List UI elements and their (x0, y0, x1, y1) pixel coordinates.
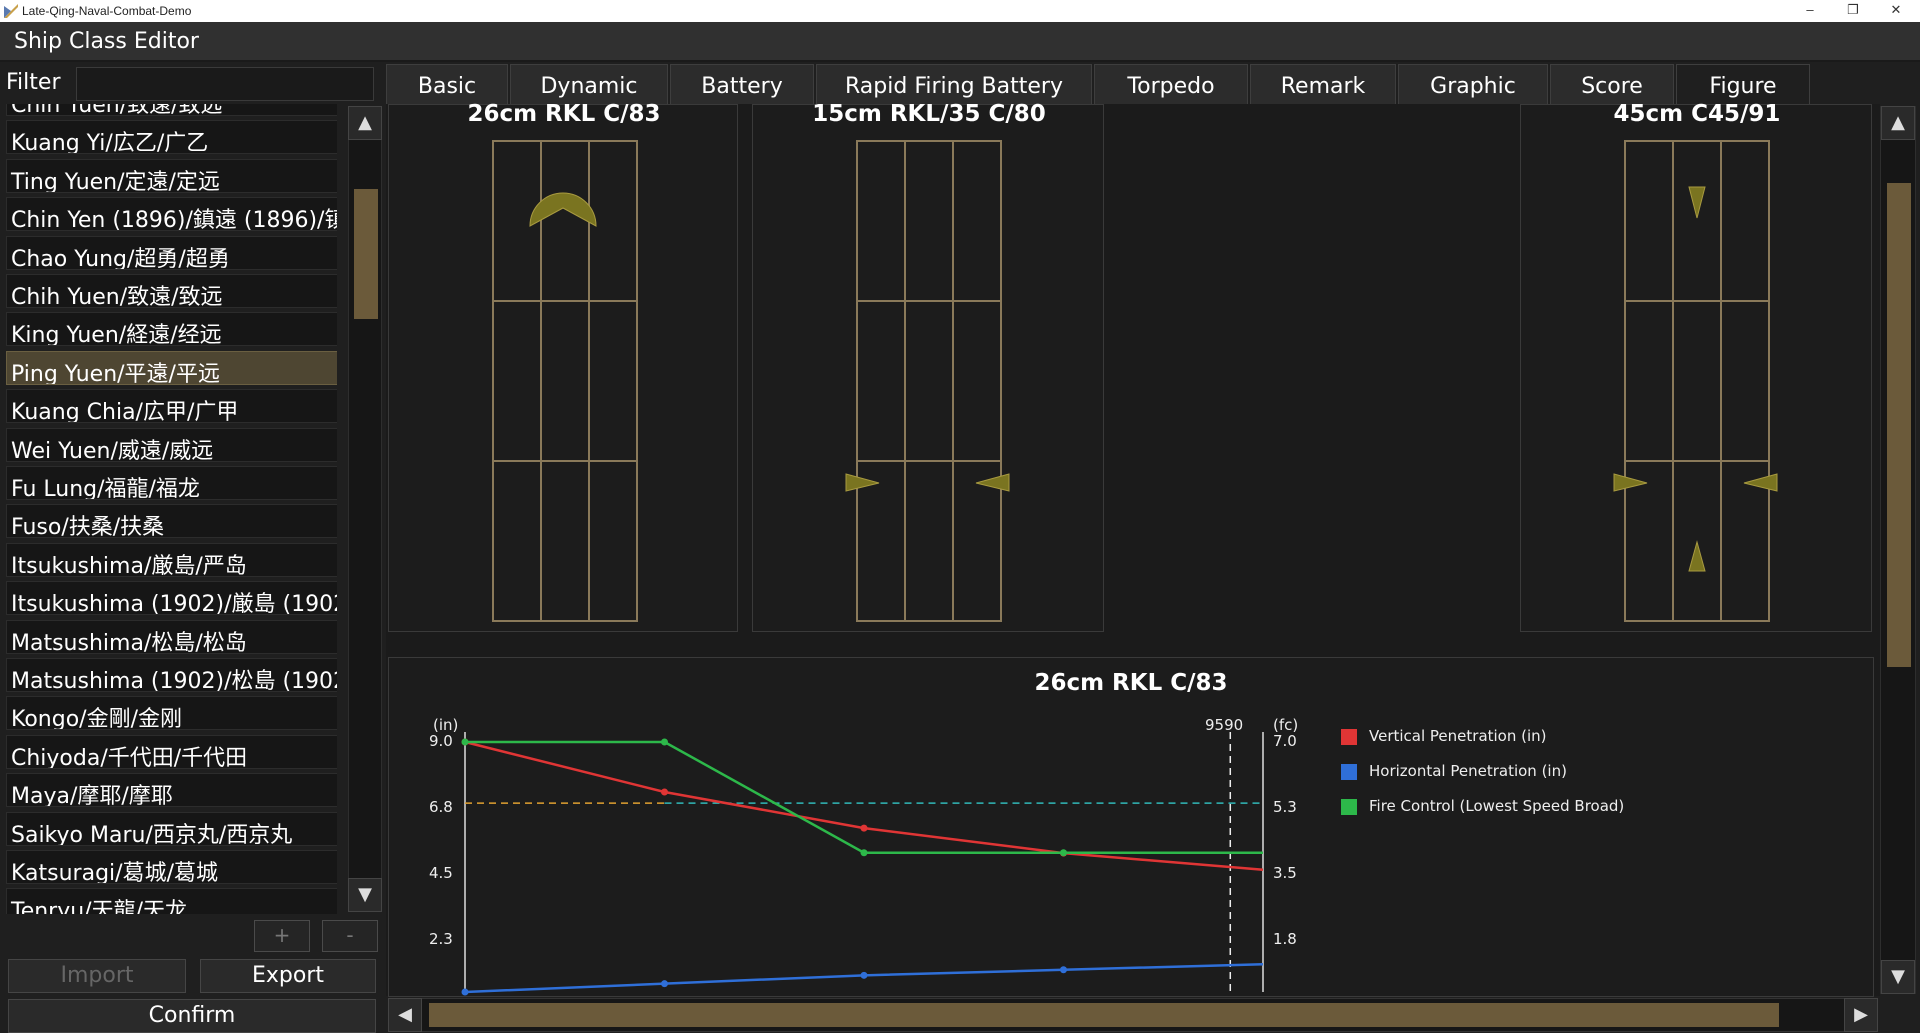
ship-list-item[interactable]: Katsuragi/葛城/葛城 (6, 850, 337, 884)
ship-list-item[interactable]: Wei Yuen/威遠/威远 (6, 427, 337, 462)
data-point (461, 988, 469, 996)
app-icon (4, 4, 18, 18)
content-scroll-right-button[interactable]: ▶ (1844, 998, 1878, 1032)
tab-rapid-firing-battery[interactable]: Rapid Firing Battery (816, 64, 1092, 104)
ship-outline-diagram (845, 140, 1010, 622)
remove-ship-button[interactable]: - (322, 920, 378, 952)
window-titlebar: Late-Qing-Naval-Combat-Demo – ❐ ✕ (0, 0, 1920, 22)
data-point (461, 738, 469, 746)
data-point (1060, 849, 1067, 857)
data-point (860, 971, 868, 979)
content-scroll-up-button[interactable]: ▲ (1881, 106, 1915, 140)
port-gun-arc-icon (845, 473, 880, 492)
data-point (661, 980, 668, 988)
ship-list-item[interactable]: Maya/摩耶/摩耶 (6, 773, 337, 808)
ship-class-list: Chih Yuen/致遠/致远 Kuang Yi/広乙/广乙Ting Yuen/定… (4, 104, 337, 914)
ship-list-item[interactable]: King Yuen/経遠/经远 (6, 312, 337, 347)
legend-swatch (1341, 729, 1357, 745)
tab-torpedo[interactable]: Torpedo (1094, 64, 1248, 104)
ship-list-item[interactable]: Chiyoda/千代田/千代田 (6, 734, 337, 769)
filter-label: Filter (6, 70, 61, 95)
ship-list-item[interactable]: Chih Yuen/致遠/致远 (6, 274, 337, 308)
minimize-button[interactable]: – (1790, 2, 1830, 20)
legend-label: Horizontal Penetration (in) (1369, 762, 1567, 780)
series-line (465, 740, 1263, 854)
window-title: Late-Qing-Naval-Combat-Demo (22, 4, 192, 18)
ship-list-item[interactable]: Kuang Chia/広甲/广甲 (6, 389, 337, 424)
tab-graphic[interactable]: Graphic (1398, 64, 1548, 104)
legend-label: Vertical Penetration (in) (1369, 727, 1547, 745)
ship-list-item[interactable]: Fuso/扶桑/扶桑 (6, 504, 337, 539)
filter-input[interactable] (76, 67, 374, 101)
barbette-arc-icon (529, 192, 597, 227)
tab-remark[interactable]: Remark (1250, 64, 1396, 104)
ship-list-item[interactable]: Kongo/金剛/金刚 (6, 696, 337, 731)
ship-list-scrollbar[interactable]: ▲ ▼ (348, 106, 382, 912)
data-point (661, 738, 668, 746)
ship-list-item[interactable]: Chih Yuen/致遠/致远 (6, 104, 337, 116)
figure-panel-main-battery: 26cm RKL C/83 (388, 101, 738, 632)
ship-list-item[interactable]: Chin Yen (1896)/鎮遠 (1896)/镇远 (1896) (6, 197, 337, 232)
page-title: Ship Class Editor (14, 29, 199, 54)
ship-list-scroll-up-button[interactable]: ▲ (348, 106, 382, 140)
ship-list-scroll-thumb[interactable] (354, 189, 378, 319)
content-hscroll-thumb[interactable] (429, 1003, 1779, 1027)
figure-panel-secondary-battery: 15cm RKL/35 C/80 (752, 101, 1104, 632)
ship-list-item[interactable]: Ting Yuen/定遠/定远 (6, 158, 337, 193)
content-scroll-left-button[interactable]: ◀ (388, 998, 422, 1032)
data-point (1060, 966, 1067, 974)
ship-list-item[interactable]: Saikyo Maru/西京丸/西京丸 (6, 811, 337, 846)
ship-list-scroll-down-button[interactable]: ▼ (348, 878, 382, 912)
legend-label: Fire Control (Lowest Speed Broad) (1369, 797, 1625, 815)
ship-list-item[interactable]: Fu Lung/福龍/福龙 (6, 466, 337, 500)
data-point (661, 788, 668, 796)
ship-list-item[interactable]: Chao Yung/超勇/超勇 (6, 235, 337, 270)
ship-list-item[interactable]: Itsukushima (1902)/厳島 (1902)/严岛 (1902) (6, 581, 337, 616)
chart-plot-area (461, 732, 1264, 996)
ship-outline-diagram (492, 140, 638, 622)
ship-list-item[interactable]: Matsushima (1902)/松島 (1902)/松岛 (1902) (6, 658, 337, 692)
content-vertical-scrollbar[interactable]: ▲ ▼ (1880, 106, 1916, 994)
data-point (860, 824, 868, 832)
ship-list-item[interactable]: Ping Yuen/平遠/平远 (6, 350, 337, 385)
figure-panel-torpedo: 45cm C45/91 (1520, 101, 1872, 632)
starboard-torpedo-arc-icon (1743, 473, 1778, 492)
close-button[interactable]: ✕ (1876, 2, 1916, 20)
confirm-button[interactable]: Confirm (8, 999, 376, 1033)
tab-figure[interactable]: Figure (1676, 64, 1810, 104)
stern-torpedo-arc-icon (1688, 540, 1706, 572)
tab-battery[interactable]: Battery (670, 64, 814, 104)
editor-header: Ship Class Editor (0, 22, 1920, 62)
export-button[interactable]: Export (200, 959, 376, 993)
bow-torpedo-arc-icon (1688, 186, 1706, 219)
ship-list-item[interactable]: Matsushima/松島/松岛 (6, 619, 337, 654)
tab-dynamic[interactable]: Dynamic (510, 64, 668, 104)
content-horizontal-scrollbar[interactable]: ◀ ▶ (388, 998, 1878, 1032)
starboard-gun-arc-icon (975, 473, 1010, 492)
port-torpedo-arc-icon (1613, 473, 1648, 492)
legend-swatch (1341, 799, 1357, 815)
tab-basic[interactable]: Basic (386, 64, 508, 104)
legend-swatch (1341, 764, 1357, 780)
ship-list-item[interactable]: Kuang Yi/広乙/广乙 (6, 120, 337, 155)
add-ship-button[interactable]: + (254, 920, 310, 952)
tab-score[interactable]: Score (1550, 64, 1674, 104)
data-point (860, 849, 868, 857)
restore-button[interactable]: ❐ (1833, 2, 1873, 20)
content-scroll-down-button[interactable]: ▼ (1881, 960, 1915, 994)
ship-outline-diagram (1613, 140, 1778, 622)
import-button[interactable]: Import (8, 959, 186, 993)
content-vscroll-thumb[interactable] (1887, 183, 1911, 667)
ship-list-item[interactable]: Tenryu/天龍/天龙 (6, 888, 337, 914)
penetration-chart: 26cm RKL C/83 (in) 9.0 6.8 4.5 2.3 (fc) … (388, 657, 1874, 997)
ship-list-item[interactable]: Itsukushima/厳島/严岛 (6, 542, 337, 577)
